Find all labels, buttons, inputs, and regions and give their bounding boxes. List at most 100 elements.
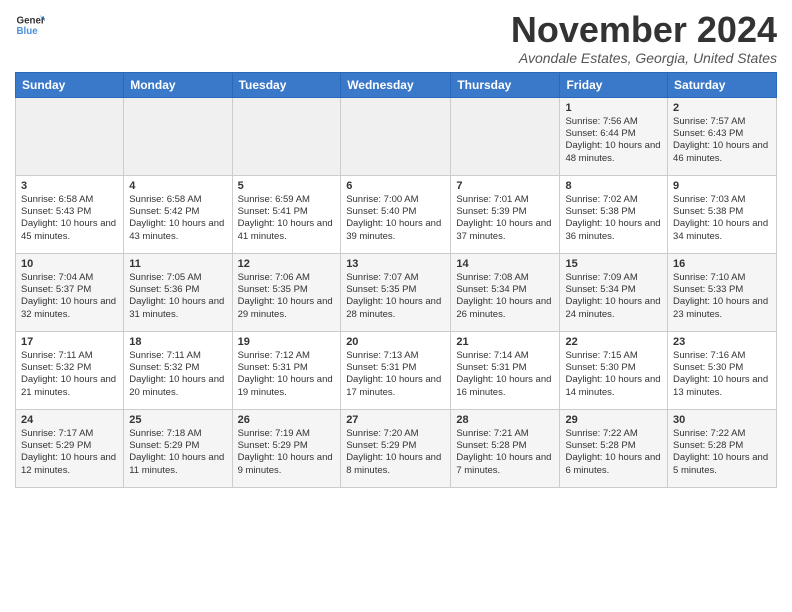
cell-info: Sunset: 5:41 PM	[238, 206, 336, 218]
cell-info: Sunset: 5:28 PM	[456, 440, 554, 452]
cell-4-7: 23Sunrise: 7:16 AMSunset: 5:30 PMDayligh…	[668, 331, 777, 409]
cell-info: Sunrise: 7:22 AM	[673, 428, 771, 440]
cell-3-7: 16Sunrise: 7:10 AMSunset: 5:33 PMDayligh…	[668, 253, 777, 331]
day-number: 14	[456, 258, 554, 270]
month-title: November 2024	[511, 10, 777, 50]
day-number: 22	[565, 336, 662, 348]
cell-info: Daylight: 10 hours and 32 minutes.	[21, 296, 118, 321]
day-number: 12	[238, 258, 336, 270]
day-number: 6	[346, 180, 445, 192]
cell-info: Sunrise: 7:07 AM	[346, 272, 445, 284]
cell-info: Daylight: 10 hours and 14 minutes.	[565, 374, 662, 399]
cell-info: Sunset: 5:34 PM	[456, 284, 554, 296]
cell-info: Daylight: 10 hours and 19 minutes.	[238, 374, 336, 399]
cell-info: Daylight: 10 hours and 24 minutes.	[565, 296, 662, 321]
cell-info: Sunset: 5:29 PM	[346, 440, 445, 452]
cell-5-4: 27Sunrise: 7:20 AMSunset: 5:29 PMDayligh…	[341, 409, 451, 487]
cell-info: Sunset: 5:28 PM	[565, 440, 662, 452]
cell-1-3	[232, 97, 341, 175]
cell-2-5: 7Sunrise: 7:01 AMSunset: 5:39 PMDaylight…	[451, 175, 560, 253]
cell-info: Sunset: 5:36 PM	[129, 284, 226, 296]
cell-3-3: 12Sunrise: 7:06 AMSunset: 5:35 PMDayligh…	[232, 253, 341, 331]
th-friday: Friday	[560, 72, 668, 97]
cell-4-3: 19Sunrise: 7:12 AMSunset: 5:31 PMDayligh…	[232, 331, 341, 409]
cell-info: Sunrise: 7:56 AM	[565, 116, 662, 128]
cell-info: Sunrise: 7:03 AM	[673, 194, 771, 206]
day-number: 13	[346, 258, 445, 270]
cell-2-1: 3Sunrise: 6:58 AMSunset: 5:43 PMDaylight…	[16, 175, 124, 253]
day-number: 28	[456, 414, 554, 426]
cell-4-1: 17Sunrise: 7:11 AMSunset: 5:32 PMDayligh…	[16, 331, 124, 409]
title-section: November 2024 Avondale Estates, Georgia,…	[511, 10, 777, 66]
cell-info: Sunset: 5:31 PM	[456, 362, 554, 374]
cell-info: Daylight: 10 hours and 28 minutes.	[346, 296, 445, 321]
cell-info: Daylight: 10 hours and 13 minutes.	[673, 374, 771, 399]
logo-icon: General Blue	[15, 10, 45, 40]
cell-3-2: 11Sunrise: 7:05 AMSunset: 5:36 PMDayligh…	[124, 253, 232, 331]
cell-info: Daylight: 10 hours and 21 minutes.	[21, 374, 118, 399]
logo: General Blue	[15, 10, 45, 40]
svg-text:General: General	[17, 16, 46, 27]
cell-info: Sunrise: 6:58 AM	[21, 194, 118, 206]
cell-2-7: 9Sunrise: 7:03 AMSunset: 5:38 PMDaylight…	[668, 175, 777, 253]
cell-info: Daylight: 10 hours and 6 minutes.	[565, 452, 662, 477]
cell-info: Daylight: 10 hours and 16 minutes.	[456, 374, 554, 399]
location: Avondale Estates, Georgia, United States	[511, 50, 777, 66]
day-number: 4	[129, 180, 226, 192]
cell-info: Sunset: 5:37 PM	[21, 284, 118, 296]
cell-info: Sunset: 6:44 PM	[565, 128, 662, 140]
cell-1-2	[124, 97, 232, 175]
cell-3-4: 13Sunrise: 7:07 AMSunset: 5:35 PMDayligh…	[341, 253, 451, 331]
cell-info: Sunset: 5:30 PM	[565, 362, 662, 374]
cell-info: Sunset: 5:32 PM	[21, 362, 118, 374]
cell-info: Sunset: 6:43 PM	[673, 128, 771, 140]
cell-info: Sunset: 5:34 PM	[565, 284, 662, 296]
cell-3-1: 10Sunrise: 7:04 AMSunset: 5:37 PMDayligh…	[16, 253, 124, 331]
day-number: 8	[565, 180, 662, 192]
day-number: 5	[238, 180, 336, 192]
cell-info: Sunrise: 7:11 AM	[129, 350, 226, 362]
cell-4-2: 18Sunrise: 7:11 AMSunset: 5:32 PMDayligh…	[124, 331, 232, 409]
day-number: 27	[346, 414, 445, 426]
cell-info: Sunrise: 7:13 AM	[346, 350, 445, 362]
cell-info: Sunrise: 7:19 AM	[238, 428, 336, 440]
cell-4-5: 21Sunrise: 7:14 AMSunset: 5:31 PMDayligh…	[451, 331, 560, 409]
cell-info: Sunrise: 7:15 AM	[565, 350, 662, 362]
cell-info: Daylight: 10 hours and 41 minutes.	[238, 218, 336, 243]
cell-info: Sunrise: 7:04 AM	[21, 272, 118, 284]
header-row-days: Sunday Monday Tuesday Wednesday Thursday…	[16, 72, 777, 97]
cell-info: Sunset: 5:35 PM	[238, 284, 336, 296]
day-number: 19	[238, 336, 336, 348]
cell-info: Sunset: 5:30 PM	[673, 362, 771, 374]
th-monday: Monday	[124, 72, 232, 97]
cell-3-5: 14Sunrise: 7:08 AMSunset: 5:34 PMDayligh…	[451, 253, 560, 331]
cell-info: Sunrise: 7:09 AM	[565, 272, 662, 284]
cell-info: Daylight: 10 hours and 43 minutes.	[129, 218, 226, 243]
cell-info: Sunrise: 7:22 AM	[565, 428, 662, 440]
day-number: 30	[673, 414, 771, 426]
day-number: 11	[129, 258, 226, 270]
day-number: 24	[21, 414, 118, 426]
cell-info: Sunrise: 6:59 AM	[238, 194, 336, 206]
th-tuesday: Tuesday	[232, 72, 341, 97]
calendar-table: Sunday Monday Tuesday Wednesday Thursday…	[15, 72, 777, 488]
header-row: General Blue November 2024 Avondale Esta…	[15, 10, 777, 66]
cell-1-1	[16, 97, 124, 175]
week-row-5: 24Sunrise: 7:17 AMSunset: 5:29 PMDayligh…	[16, 409, 777, 487]
day-number: 25	[129, 414, 226, 426]
th-saturday: Saturday	[668, 72, 777, 97]
cell-info: Daylight: 10 hours and 9 minutes.	[238, 452, 336, 477]
cell-info: Daylight: 10 hours and 23 minutes.	[673, 296, 771, 321]
cell-info: Sunset: 5:28 PM	[673, 440, 771, 452]
day-number: 7	[456, 180, 554, 192]
day-number: 3	[21, 180, 118, 192]
cell-info: Sunrise: 7:16 AM	[673, 350, 771, 362]
cell-5-2: 25Sunrise: 7:18 AMSunset: 5:29 PMDayligh…	[124, 409, 232, 487]
day-number: 20	[346, 336, 445, 348]
day-number: 2	[673, 102, 771, 114]
cell-info: Daylight: 10 hours and 46 minutes.	[673, 140, 771, 165]
week-row-1: 1Sunrise: 7:56 AMSunset: 6:44 PMDaylight…	[16, 97, 777, 175]
cell-info: Sunset: 5:43 PM	[21, 206, 118, 218]
cell-info: Sunrise: 7:57 AM	[673, 116, 771, 128]
cell-info: Sunrise: 6:58 AM	[129, 194, 226, 206]
